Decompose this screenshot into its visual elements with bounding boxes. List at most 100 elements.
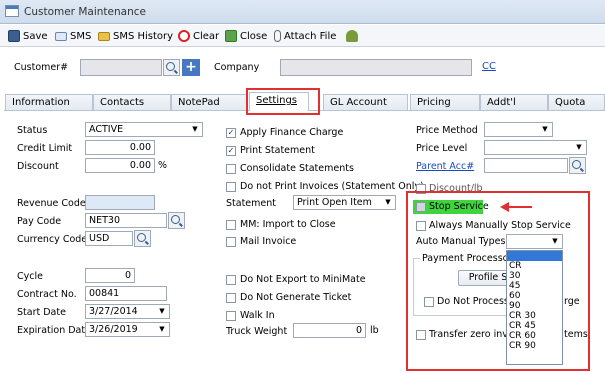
company-field[interactable] xyxy=(280,59,472,76)
parent-acc-field[interactable] xyxy=(484,158,568,173)
settings-tab-annotation xyxy=(246,88,320,115)
status-select[interactable]: ACTIVE ▼ xyxy=(85,122,203,137)
transfer-zero-checkbox[interactable] xyxy=(416,330,426,340)
credit-limit-field[interactable]: 0.00 xyxy=(85,140,155,155)
mail-invoice-checkbox[interactable] xyxy=(226,237,236,247)
window-icon xyxy=(5,5,19,17)
company-label: Company xyxy=(214,62,260,73)
dropdown-option[interactable]: CR 30 xyxy=(507,311,562,321)
do-not-print-invoices-checkbox[interactable] xyxy=(226,182,236,192)
do-not-process-checkbox[interactable] xyxy=(424,297,434,307)
window-title: Customer Maintenance xyxy=(24,6,146,18)
print-statement-checkbox[interactable]: ✓ xyxy=(226,146,236,156)
chevron-down-icon: ▼ xyxy=(548,235,562,248)
dropdown-option[interactable]: CR 60 xyxy=(507,331,562,341)
price-method-select[interactable]: ▼ xyxy=(484,122,553,137)
mail-invoice-label: Mail Invoice xyxy=(240,236,297,247)
sms-button[interactable]: SMS xyxy=(55,28,91,44)
title-bar: Customer Maintenance xyxy=(0,0,605,24)
tab-quota[interactable]: Quota xyxy=(548,94,605,111)
auto-manual-types-dropdown[interactable]: CR 30 45 60 90 CR 30 CR 45 CR 60 CR 90 xyxy=(506,250,563,365)
currency-code-field[interactable]: USD xyxy=(85,231,133,246)
start-date-field[interactable]: 3/27/2014 ▼ xyxy=(85,304,170,319)
consolidate-statements-label: Consolidate Statements xyxy=(240,163,354,174)
tab-information[interactable]: Information xyxy=(5,94,93,111)
truck-weight-label: Truck Weight xyxy=(226,326,288,337)
do-not-process-label: Do Not Process xyxy=(437,296,509,307)
add-customer-button[interactable]: + xyxy=(182,59,200,76)
users-button[interactable] xyxy=(346,28,358,44)
chevron-down-icon: ▼ xyxy=(155,323,169,336)
credit-limit-label: Credit Limit xyxy=(17,143,73,154)
do-not-export-checkbox[interactable] xyxy=(226,275,236,285)
always-manually-stop-label: Always Manually Stop Service xyxy=(429,220,571,231)
statement-select[interactable]: Print Open Item ▼ xyxy=(293,195,396,210)
pay-code-field[interactable]: NET30 xyxy=(85,213,167,228)
parent-acc-link[interactable]: Parent Acc# xyxy=(416,161,474,172)
dropdown-option[interactable]: CR 90 xyxy=(507,341,562,351)
consolidate-statements-checkbox[interactable] xyxy=(226,164,236,174)
dropdown-option[interactable]: 30 xyxy=(507,271,562,281)
dropdown-option[interactable]: 90 xyxy=(507,301,562,311)
tab-addtl[interactable]: Addt'l xyxy=(480,94,548,111)
revenue-code-label: Revenue Code xyxy=(17,198,86,209)
dropdown-option[interactable]: CR xyxy=(507,261,562,271)
expiration-date-field[interactable]: 3/26/2019 ▼ xyxy=(85,322,170,337)
parent-acc-search-button[interactable] xyxy=(569,157,586,174)
discount-field[interactable]: 0.00 xyxy=(85,158,155,173)
toolbar: Save SMS SMS History Clear Close Attach … xyxy=(0,25,605,47)
mm-import-label: MM: Import to Close xyxy=(240,219,336,230)
plus-icon: + xyxy=(185,59,197,75)
do-not-print-invoices-label: Do not Print Invoices (Statement Only) xyxy=(240,181,424,192)
search-icon xyxy=(572,160,581,169)
paperclip-icon xyxy=(274,30,281,42)
discount-unit: % xyxy=(158,160,168,171)
customer-label: Customer# xyxy=(14,62,69,73)
pay-code-search-button[interactable] xyxy=(168,212,185,229)
contract-label: Contract No. xyxy=(17,289,77,300)
currency-search-button[interactable] xyxy=(134,230,151,247)
save-button[interactable]: Save xyxy=(8,28,48,44)
clear-button[interactable]: Clear xyxy=(178,28,219,44)
stop-service-label: Stop Service xyxy=(429,201,489,212)
statement-label: Statement xyxy=(226,198,276,209)
do-not-process-label-tail: rge xyxy=(564,296,580,307)
chevron-down-icon: ▼ xyxy=(572,141,586,154)
cycle-field[interactable]: 0 xyxy=(85,268,135,283)
start-date-label: Start Date xyxy=(17,307,66,318)
discount-label: Discount xyxy=(17,161,59,172)
auto-manual-types-select[interactable]: ▼ xyxy=(506,234,563,249)
always-manually-stop-checkbox[interactable] xyxy=(416,221,426,231)
cycle-label: Cycle xyxy=(17,271,43,282)
envelope-history-icon xyxy=(98,31,110,41)
chevron-down-icon: ▼ xyxy=(155,305,169,318)
do-not-generate-ticket-checkbox[interactable] xyxy=(226,293,236,303)
tab-contacts[interactable]: Contacts xyxy=(93,94,171,111)
customer-field[interactable] xyxy=(80,59,162,76)
currency-code-label: Currency Code xyxy=(17,234,88,245)
walk-in-checkbox[interactable] xyxy=(226,311,236,321)
save-icon xyxy=(8,30,20,42)
tab-gl-account[interactable]: GL Account xyxy=(323,94,408,111)
mm-import-checkbox[interactable] xyxy=(226,220,236,230)
chevron-down-icon: ▼ xyxy=(381,196,395,209)
truck-weight-unit: lb xyxy=(370,325,379,336)
apply-finance-charge-checkbox[interactable]: ✓ xyxy=(226,128,236,138)
contract-field[interactable]: 00841 xyxy=(85,286,167,301)
close-button[interactable]: Close xyxy=(225,28,267,44)
stop-service-checkbox[interactable] xyxy=(416,202,426,212)
price-level-select[interactable]: ▼ xyxy=(484,140,587,155)
dropdown-option[interactable]: 60 xyxy=(507,291,562,301)
revenue-code-field[interactable] xyxy=(85,195,155,210)
tab-notepad[interactable]: NotePad xyxy=(171,94,247,111)
customer-search-button[interactable] xyxy=(163,59,180,76)
tab-pricing[interactable]: Pricing xyxy=(410,94,480,111)
truck-weight-field[interactable]: 0 xyxy=(293,323,366,338)
users-icon xyxy=(346,30,358,42)
dropdown-option[interactable]: CR 45 xyxy=(507,321,562,331)
sms-history-button[interactable]: SMS History xyxy=(98,28,173,44)
dropdown-option[interactable] xyxy=(507,251,562,261)
attach-file-button[interactable]: Attach File xyxy=(274,28,336,44)
cc-link[interactable]: CC xyxy=(482,61,496,72)
dropdown-option[interactable]: 45 xyxy=(507,281,562,291)
